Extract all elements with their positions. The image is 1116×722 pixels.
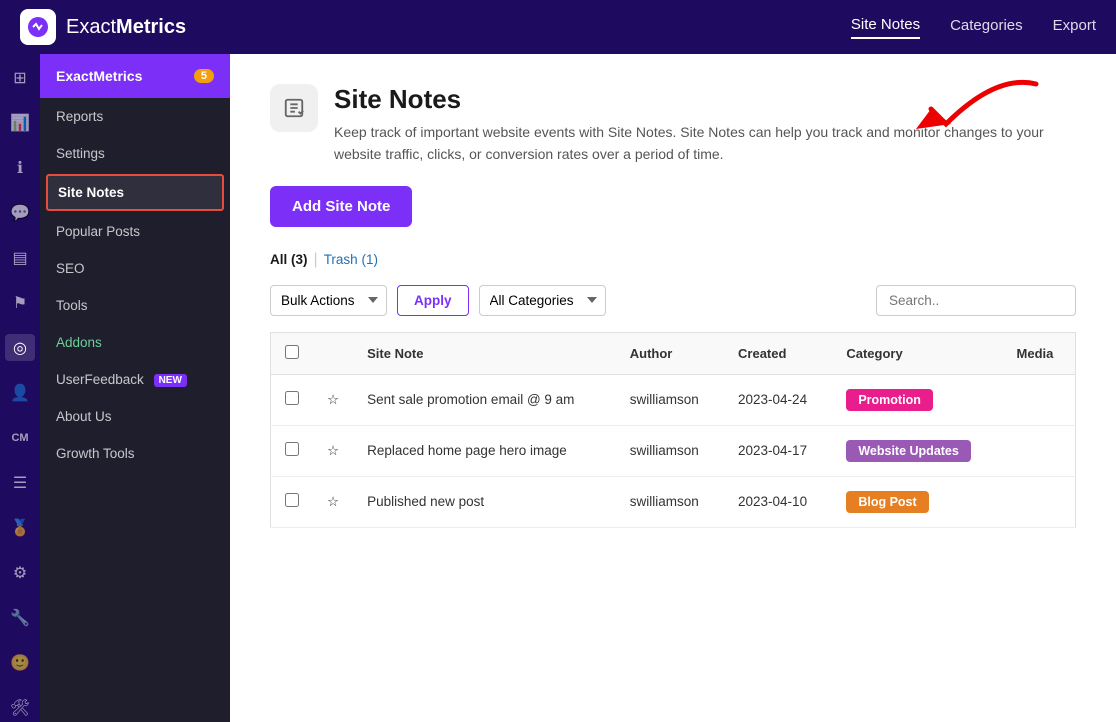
row-created: 2023-04-17 <box>724 425 832 476</box>
row-author: swilliamson <box>616 425 724 476</box>
sidebar-icon-grid[interactable]: ⊞ <box>5 64 35 91</box>
sidebar-icon-list[interactable]: ☰ <box>5 470 35 497</box>
row-star-cell: ☆ <box>313 374 353 425</box>
category-badge: Promotion <box>846 389 933 411</box>
row-checkbox[interactable] <box>285 391 299 405</box>
row-title: Sent sale promotion email @ 9 am <box>353 374 616 425</box>
filter-tab-trash[interactable]: Trash (1) <box>324 252 378 267</box>
sidebar-icon-tools[interactable]: 🛠 <box>5 695 35 722</box>
search-input[interactable] <box>876 285 1076 316</box>
row-checkbox[interactable] <box>285 442 299 456</box>
sidebar-icon-badge[interactable]: 🏅 <box>5 515 35 542</box>
sidebar-item-seo[interactable]: SEO <box>40 250 230 287</box>
sidebar-icon-layers[interactable]: ▤ <box>5 244 35 271</box>
main-layout: ⊞ 📊 ℹ 💬 ▤ ⚑ ◎ 👤 CM ☰ 🏅 ⚙ 🔧 🙂 🛠 ExactMetr… <box>0 54 1116 722</box>
table-row: ☆ Replaced home page hero image swilliam… <box>271 425 1076 476</box>
page-description: Keep track of important website events w… <box>334 121 1076 166</box>
filter-tabs: All (3) | Trash (1) <box>270 251 1076 269</box>
menu-sidebar: ExactMetrics 5 Reports Settings Site Not… <box>40 54 230 722</box>
category-badge: Blog Post <box>846 491 928 513</box>
row-author: swilliamson <box>616 476 724 527</box>
sidebar-item-about-us[interactable]: About Us <box>40 398 230 435</box>
star-icon[interactable]: ☆ <box>327 392 339 407</box>
row-checkbox-cell <box>271 425 314 476</box>
nav-link-categories[interactable]: Categories <box>950 17 1023 38</box>
nav-link-export[interactable]: Export <box>1053 17 1096 38</box>
star-icon[interactable]: ☆ <box>327 443 339 458</box>
row-checkbox-cell <box>271 476 314 527</box>
header-category: Category <box>832 332 1002 374</box>
sidebar-icon-exactmetrics[interactable]: ◎ <box>5 334 35 361</box>
brand-logo[interactable]: ExactMetrics <box>20 9 186 45</box>
top-nav-links: Site Notes Categories Export <box>851 16 1096 39</box>
row-media <box>1003 476 1076 527</box>
sidebar-icon-cm[interactable]: CM <box>5 425 35 452</box>
row-category: Promotion <box>832 374 1002 425</box>
sidebar-item-tools[interactable]: Tools <box>40 287 230 324</box>
row-media <box>1003 374 1076 425</box>
category-badge: Website Updates <box>846 440 971 462</box>
header-media: Media <box>1003 332 1076 374</box>
page-header: Site Notes Keep track of important websi… <box>270 84 1076 166</box>
menu-brand[interactable]: ExactMetrics 5 <box>40 54 230 98</box>
row-star-cell: ☆ <box>313 476 353 527</box>
row-created: 2023-04-10 <box>724 476 832 527</box>
select-all-checkbox[interactable] <box>285 345 299 359</box>
row-checkbox-cell <box>271 374 314 425</box>
header-site-note: Site Note <box>353 332 616 374</box>
filter-tab-all[interactable]: All (3) <box>270 252 308 267</box>
page-header-text: Site Notes Keep track of important websi… <box>334 84 1076 166</box>
sidebar-item-reports[interactable]: Reports <box>40 98 230 135</box>
sidebar-icon-wrench[interactable]: 🔧 <box>5 605 35 632</box>
sidebar-item-site-notes[interactable]: Site Notes <box>46 174 224 211</box>
sidebar-icon-flag[interactable]: ⚑ <box>5 289 35 316</box>
notes-table: Site Note Author Created Category Media … <box>270 332 1076 528</box>
header-created: Created <box>724 332 832 374</box>
header-author: Author <box>616 332 724 374</box>
row-category: Blog Post <box>832 476 1002 527</box>
sidebar-icon-info[interactable]: ℹ <box>5 154 35 181</box>
row-media <box>1003 425 1076 476</box>
sidebar-item-addons[interactable]: Addons <box>40 324 230 361</box>
menu-brand-name: ExactMetrics <box>56 68 142 84</box>
toolbar: Bulk Actions Apply All Categories <box>270 285 1076 316</box>
sidebar-icon-user[interactable]: 👤 <box>5 379 35 406</box>
row-title: Published new post <box>353 476 616 527</box>
sidebar-item-popular-posts[interactable]: Popular Posts <box>40 213 230 250</box>
row-title: Replaced home page hero image <box>353 425 616 476</box>
sidebar-icon-chat[interactable]: 💬 <box>5 199 35 226</box>
sidebar-item-growth-tools[interactable]: Growth Tools <box>40 435 230 472</box>
sidebar-item-settings[interactable]: Settings <box>40 135 230 172</box>
apply-button[interactable]: Apply <box>397 285 469 316</box>
sidebar-icon-person[interactable]: 🙂 <box>5 650 35 677</box>
menu-brand-badge: 5 <box>194 69 214 83</box>
sidebar-icon-settings[interactable]: ⚙ <box>5 560 35 587</box>
header-checkbox-cell <box>271 332 314 374</box>
bulk-actions-select[interactable]: Bulk Actions <box>270 285 387 316</box>
categories-select[interactable]: All Categories <box>479 285 606 316</box>
new-badge: NEW <box>154 374 187 387</box>
brand-name: ExactMetrics <box>66 16 186 39</box>
sidebar-item-userfeedback[interactable]: UserFeedback NEW <box>40 361 230 398</box>
page-icon <box>270 84 318 132</box>
row-created: 2023-04-24 <box>724 374 832 425</box>
table-header-row: Site Note Author Created Category Media <box>271 332 1076 374</box>
row-category: Website Updates <box>832 425 1002 476</box>
page-title: Site Notes <box>334 84 1076 115</box>
header-star <box>313 332 353 374</box>
table-row: ☆ Sent sale promotion email @ 9 am swill… <box>271 374 1076 425</box>
logo-icon <box>20 9 56 45</box>
star-icon[interactable]: ☆ <box>327 494 339 509</box>
row-author: swilliamson <box>616 374 724 425</box>
icon-sidebar: ⊞ 📊 ℹ 💬 ▤ ⚑ ◎ 👤 CM ☰ 🏅 ⚙ 🔧 🙂 🛠 <box>0 54 40 722</box>
top-navigation: ExactMetrics Site Notes Categories Expor… <box>0 0 1116 54</box>
table-row: ☆ Published new post swilliamson 2023-04… <box>271 476 1076 527</box>
add-site-note-button[interactable]: Add Site Note <box>270 186 412 227</box>
nav-link-site-notes[interactable]: Site Notes <box>851 16 920 39</box>
row-checkbox[interactable] <box>285 493 299 507</box>
sidebar-icon-chart[interactable]: 📊 <box>5 109 35 136</box>
row-star-cell: ☆ <box>313 425 353 476</box>
content-area: Site Notes Keep track of important websi… <box>230 54 1116 722</box>
